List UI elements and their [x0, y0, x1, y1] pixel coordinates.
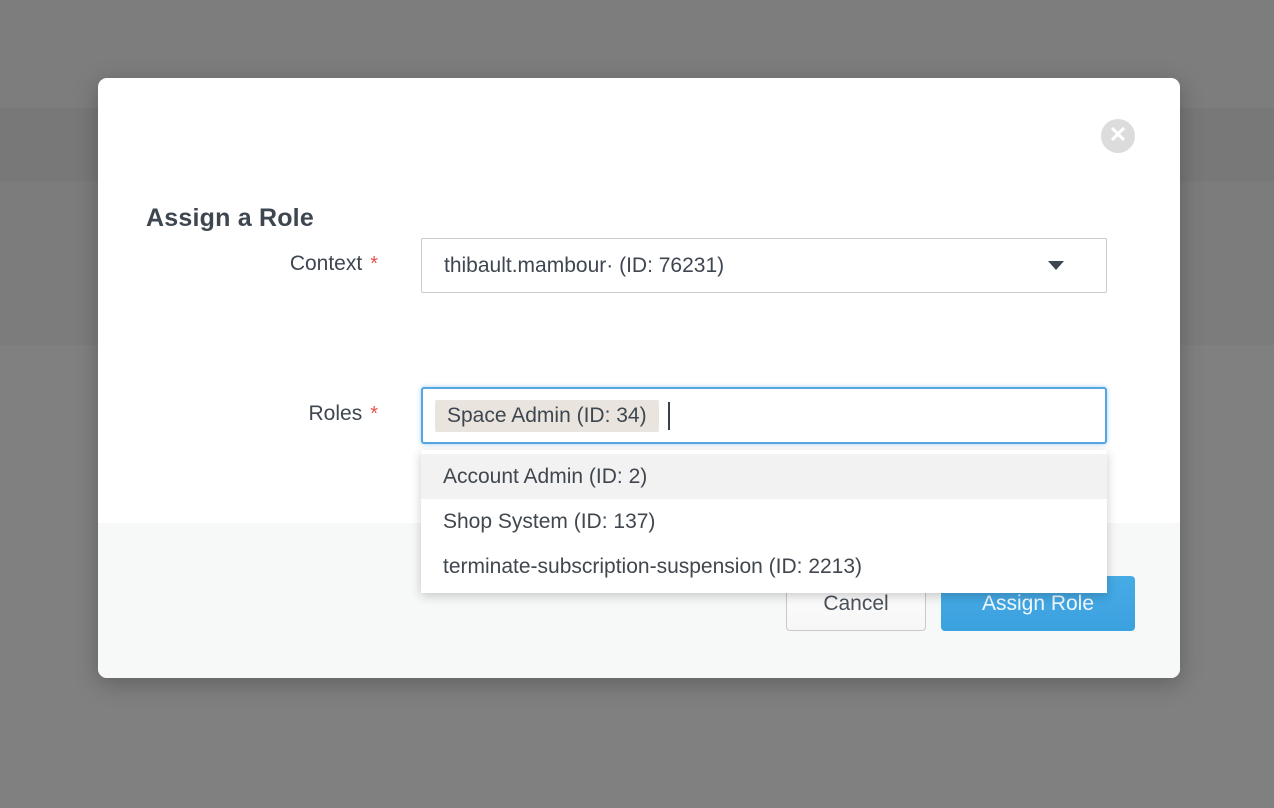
roles-label: Roles * [138, 402, 378, 426]
context-select-value: thibault.mambour· (ID: 76231) [444, 254, 1048, 278]
close-button[interactable]: ✕ [1101, 119, 1135, 153]
context-label-text: Context [290, 252, 362, 275]
roles-multiselect-input[interactable]: Space Admin (ID: 34) [421, 387, 1107, 444]
role-option-account-admin[interactable]: Account Admin (ID: 2) [421, 454, 1107, 499]
context-label: Context * [138, 252, 378, 276]
roles-options-dropdown: Account Admin (ID: 2) Shop System (ID: 1… [421, 450, 1107, 593]
close-icon: ✕ [1109, 124, 1127, 146]
selected-role-tag[interactable]: Space Admin (ID: 34) [435, 400, 659, 432]
roles-label-text: Roles [309, 402, 363, 425]
role-option-terminate-subscription-suspension[interactable]: terminate-subscription-suspension (ID: 2… [421, 544, 1107, 589]
roles-required-asterisk: * [370, 403, 378, 425]
chevron-down-icon [1048, 261, 1064, 270]
context-select[interactable]: thibault.mambour· (ID: 76231) [421, 238, 1107, 293]
modal-title: Assign a Role [146, 204, 314, 233]
assign-role-modal: Assign a Role ✕ Context * thibault.mambou… [98, 78, 1180, 678]
context-required-asterisk: * [370, 253, 378, 275]
role-option-shop-system[interactable]: Shop System (ID: 137) [421, 499, 1107, 544]
text-cursor [668, 402, 670, 430]
